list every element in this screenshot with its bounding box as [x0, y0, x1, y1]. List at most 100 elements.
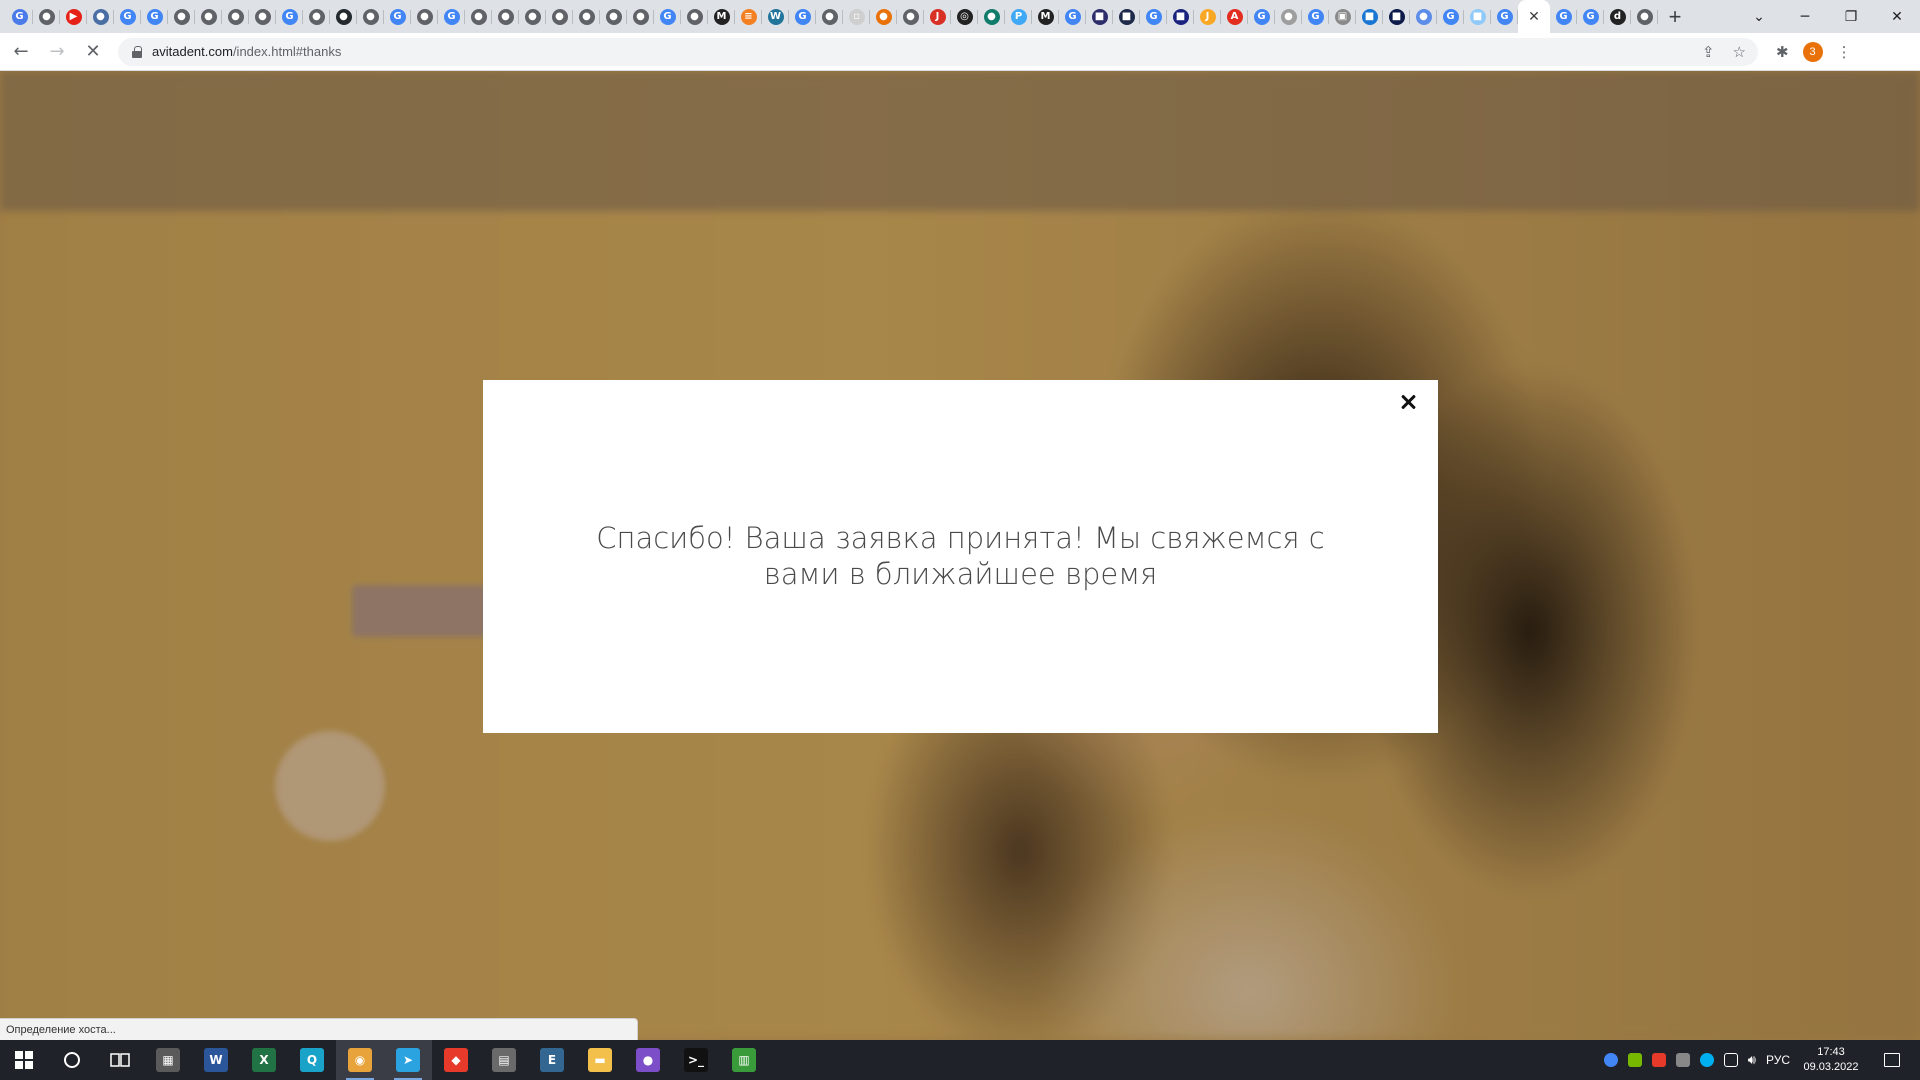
browser-tab[interactable]: G: [1140, 0, 1167, 33]
browser-tab[interactable]: J: [1194, 0, 1221, 33]
share-icon[interactable]: ⇪: [1702, 43, 1715, 61]
browser-tab[interactable]: G: [1550, 0, 1577, 33]
browser-tab[interactable]: ▣: [1329, 0, 1356, 33]
volume-icon[interactable]: 🔊︎: [1748, 1053, 1756, 1068]
browser-tab[interactable]: G: [1491, 0, 1518, 33]
skype-icon[interactable]: [1699, 1053, 1714, 1067]
browser-tab[interactable]: ■: [1383, 0, 1410, 33]
taskbar-app[interactable]: ▤: [480, 1040, 528, 1080]
browser-tab[interactable]: ●: [492, 0, 519, 33]
browser-tab[interactable]: ●: [411, 0, 438, 33]
browser-tab[interactable]: ●: [303, 0, 330, 33]
taskbar-app[interactable]: E: [528, 1040, 576, 1080]
browser-tab[interactable]: G: [789, 0, 816, 33]
taskbar-app[interactable]: ▥: [720, 1040, 768, 1080]
taskbar-app[interactable]: >_: [672, 1040, 720, 1080]
browser-tab[interactable]: ●: [1631, 0, 1658, 33]
extensions-puzzle-icon[interactable]: ✱: [1776, 43, 1789, 61]
browser-tab[interactable]: ●: [681, 0, 708, 33]
tray-app-icon[interactable]: [1675, 1053, 1690, 1067]
back-button[interactable]: ←: [6, 37, 36, 67]
browser-tab[interactable]: G: [276, 0, 303, 33]
lock-icon[interactable]: [132, 45, 142, 58]
forward-button[interactable]: →: [42, 37, 72, 67]
tab-search-button[interactable]: ⌄: [1736, 0, 1782, 33]
task-view-button[interactable]: [96, 1040, 144, 1080]
browser-tab[interactable]: ●: [168, 0, 195, 33]
browser-tab[interactable]: G: [438, 0, 465, 33]
browser-tab[interactable]: ■: [1167, 0, 1194, 33]
browser-tab[interactable]: ●: [330, 0, 357, 33]
new-tab-button[interactable]: +: [1658, 0, 1692, 33]
browser-tab[interactable]: G: [1248, 0, 1275, 33]
browser-tab[interactable]: ▫: [843, 0, 870, 33]
browser-tab[interactable]: G: [6, 0, 33, 33]
browser-tab[interactable]: ◎: [951, 0, 978, 33]
taskbar-app[interactable]: ▦: [144, 1040, 192, 1080]
browser-tab[interactable]: ●: [519, 0, 546, 33]
browser-tab[interactable]: ■: [1086, 0, 1113, 33]
browser-tab[interactable]: G: [654, 0, 681, 33]
browser-tab[interactable]: ●: [33, 0, 60, 33]
browser-tab[interactable]: M: [1032, 0, 1059, 33]
browser-tab[interactable]: ●: [195, 0, 222, 33]
language-indicator[interactable]: РУС: [1766, 1053, 1790, 1067]
browser-tab[interactable]: G: [1577, 0, 1604, 33]
browser-tab[interactable]: ●: [249, 0, 276, 33]
browser-tab[interactable]: ●: [897, 0, 924, 33]
browser-tab[interactable]: M: [708, 0, 735, 33]
chrome-tray-icon[interactable]: [1603, 1053, 1618, 1067]
browser-tab[interactable]: A: [1221, 0, 1248, 33]
browser-tab[interactable]: ●: [1410, 0, 1437, 33]
browser-tab[interactable]: W: [762, 0, 789, 33]
browser-tab[interactable]: G: [114, 0, 141, 33]
browser-tab[interactable]: ●: [87, 0, 114, 33]
anydesk-tray-icon[interactable]: [1651, 1053, 1666, 1067]
browser-tab[interactable]: ●: [627, 0, 654, 33]
taskbar-app[interactable]: ▬: [576, 1040, 624, 1080]
cortana-search-button[interactable]: [48, 1040, 96, 1080]
taskbar-app[interactable]: Q: [288, 1040, 336, 1080]
browser-menu-icon[interactable]: ⋮: [1837, 43, 1852, 61]
browser-tab[interactable]: ●: [573, 0, 600, 33]
address-bar[interactable]: avitadent.com/index.html#thanks ⇪ ☆: [118, 37, 1758, 66]
url-text[interactable]: avitadent.com/index.html#thanks: [152, 44, 341, 59]
maximize-button[interactable]: ❐: [1828, 0, 1874, 33]
taskbar-app[interactable]: ◆: [432, 1040, 480, 1080]
browser-tab[interactable]: P: [1005, 0, 1032, 33]
browser-tab[interactable]: ≡: [735, 0, 762, 33]
browser-tab[interactable]: G: [141, 0, 168, 33]
tab-close-icon[interactable]: ✕: [1528, 8, 1540, 25]
clock[interactable]: 17:43 09.03.2022: [1800, 1045, 1862, 1075]
nvidia-icon[interactable]: [1627, 1053, 1642, 1067]
browser-tab[interactable]: G: [1059, 0, 1086, 33]
taskbar-app[interactable]: ●: [624, 1040, 672, 1080]
browser-tab[interactable]: ●: [546, 0, 573, 33]
active-tab[interactable]: ✕: [1518, 0, 1550, 33]
browser-tab[interactable]: ■: [1356, 0, 1383, 33]
browser-tab[interactable]: G: [1302, 0, 1329, 33]
start-button[interactable]: [0, 1040, 48, 1080]
taskbar-app[interactable]: X: [240, 1040, 288, 1080]
browser-tab[interactable]: G: [1437, 0, 1464, 33]
browser-tab[interactable]: ●: [465, 0, 492, 33]
browser-tab[interactable]: ●: [222, 0, 249, 33]
taskbar-app[interactable]: ➤: [384, 1040, 432, 1080]
profile-avatar[interactable]: 3: [1802, 41, 1823, 62]
browser-tab[interactable]: ■: [1464, 0, 1491, 33]
close-icon[interactable]: [1396, 390, 1420, 414]
browser-tab[interactable]: ▶: [60, 0, 87, 33]
browser-tab[interactable]: J: [924, 0, 951, 33]
taskbar-app[interactable]: W: [192, 1040, 240, 1080]
browser-tab[interactable]: G: [384, 0, 411, 33]
bookmark-star-icon[interactable]: ☆: [1733, 43, 1746, 61]
stop-loading-button[interactable]: ✕: [78, 37, 108, 67]
browser-tab[interactable]: ●: [816, 0, 843, 33]
browser-tab[interactable]: ●: [1275, 0, 1302, 33]
action-center-button[interactable]: [1872, 1040, 1912, 1080]
network-icon[interactable]: [1723, 1053, 1738, 1067]
close-window-button[interactable]: ✕: [1874, 0, 1920, 33]
browser-tab[interactable]: ●: [978, 0, 1005, 33]
browser-tab[interactable]: ■: [1113, 0, 1140, 33]
browser-tab[interactable]: ●: [600, 0, 627, 33]
